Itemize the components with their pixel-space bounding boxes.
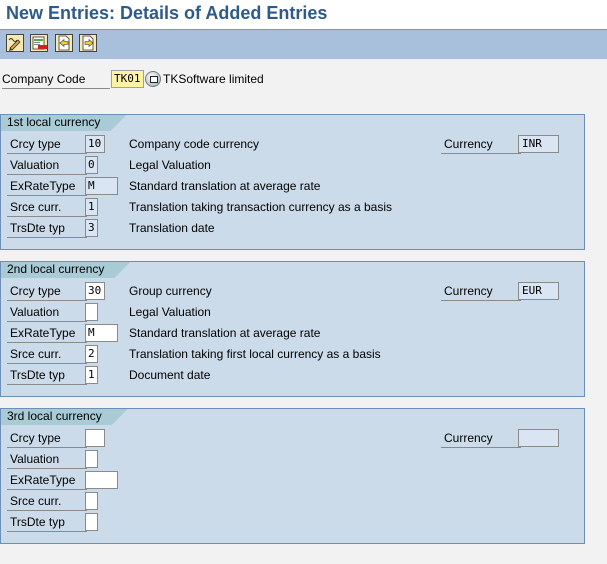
- field-label: Valuation: [7, 303, 87, 322]
- field-label: ExRateType: [7, 471, 87, 490]
- group-3rd-local-currency: 3rd local currency Currency Crcy type Va…: [0, 408, 585, 544]
- delete-entry-icon: [32, 36, 47, 50]
- field-description: Standard translation at average rate: [129, 179, 321, 193]
- field-label: TrsDte typ: [7, 366, 87, 385]
- title-bar: New Entries: Details of Added Entries: [0, 0, 607, 30]
- currency-field[interactable]: [518, 429, 559, 447]
- field-label: Crcy type: [7, 429, 87, 448]
- field-label: Crcy type: [7, 135, 87, 154]
- page-title: New Entries: Details of Added Entries: [6, 3, 328, 23]
- previous-entry-icon: [58, 35, 70, 51]
- exratetype-field[interactable]: [85, 471, 118, 489]
- valuation-field[interactable]: [85, 303, 98, 321]
- company-code-label: Company Code: [2, 70, 110, 89]
- exratetype-field[interactable]: M: [85, 324, 118, 342]
- group-title: 1st local currency: [1, 115, 126, 131]
- valuation-field[interactable]: [85, 450, 98, 468]
- valuation-field[interactable]: 0: [85, 156, 98, 174]
- field-description: Company code currency: [129, 137, 260, 151]
- field-description: Group currency: [129, 284, 212, 298]
- field-description: Legal Valuation: [129, 305, 211, 319]
- display-change-button[interactable]: [6, 34, 24, 52]
- group-1st-local-currency: 1st local currency Currency INR Crcy typ…: [0, 114, 585, 250]
- field-description: Translation taking transaction currency …: [129, 200, 393, 214]
- next-entry-button[interactable]: [79, 34, 97, 52]
- delete-button[interactable]: [30, 34, 48, 52]
- application-toolbar: [0, 30, 607, 59]
- field-label: ExRateType: [7, 177, 87, 196]
- currency-field[interactable]: EUR: [518, 282, 559, 300]
- next-entry-icon: [82, 35, 94, 51]
- group-title: 3rd local currency: [1, 409, 128, 425]
- crcy-type-field[interactable]: 10: [85, 135, 105, 153]
- field-label: ExRateType: [7, 324, 87, 343]
- company-code-field[interactable]: TK01: [111, 70, 144, 88]
- field-description: Standard translation at average rate: [129, 326, 321, 340]
- field-label: Crcy type: [7, 282, 87, 301]
- field-label: Srce curr.: [7, 492, 87, 511]
- field-description: Legal Valuation: [129, 158, 211, 172]
- field-description: Translation taking first local currency …: [129, 347, 381, 361]
- previous-entry-button[interactable]: [55, 34, 73, 52]
- field-label: Valuation: [7, 156, 87, 175]
- srce-curr-field[interactable]: 1: [85, 198, 98, 216]
- field-label: TrsDte typ: [7, 219, 87, 238]
- group-title: 2nd local currency: [1, 262, 130, 278]
- display-change-icon: [8, 38, 21, 51]
- currency-field[interactable]: INR: [518, 135, 559, 153]
- srce-curr-field[interactable]: 2: [85, 345, 98, 363]
- field-label: Srce curr.: [7, 345, 87, 364]
- company-name: TKSoftware limited: [163, 72, 264, 86]
- field-label: Valuation: [7, 450, 87, 469]
- currency-label: Currency: [441, 135, 521, 154]
- exratetype-field[interactable]: M: [85, 177, 118, 195]
- trsdte-typ-field[interactable]: 1: [85, 366, 98, 384]
- field-description: Translation date: [129, 221, 215, 235]
- field-description: Document date: [129, 368, 211, 382]
- field-label: TrsDte typ: [7, 513, 87, 532]
- crcy-type-field[interactable]: [85, 429, 105, 447]
- group-2nd-local-currency: 2nd local currency Currency EUR Crcy typ…: [0, 261, 585, 397]
- currency-label: Currency: [441, 429, 521, 448]
- currency-label: Currency: [441, 282, 521, 301]
- trsdte-typ-field[interactable]: [85, 513, 98, 531]
- field-label: Srce curr.: [7, 198, 87, 217]
- trsdte-typ-field[interactable]: 3: [85, 219, 98, 237]
- srce-curr-field[interactable]: [85, 492, 98, 510]
- crcy-type-field[interactable]: 30: [85, 282, 105, 300]
- value-help-icon[interactable]: [145, 71, 161, 87]
